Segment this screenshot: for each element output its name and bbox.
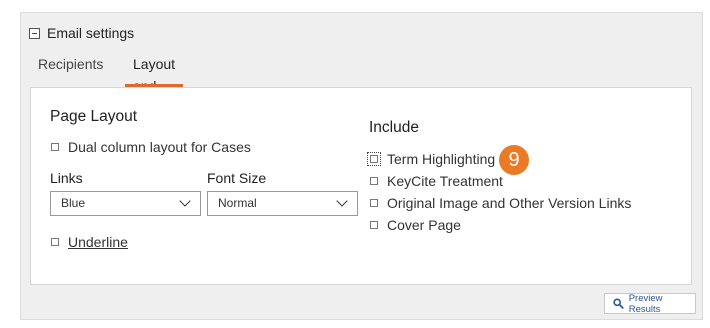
include-item-label: KeyCite Treatment [387,173,503,189]
search-icon [613,298,624,309]
preview-results-button[interactable]: Preview Results [604,292,696,315]
include-heading: Include [369,119,419,136]
include-original-image[interactable]: Original Image and Other Version Links [370,195,631,211]
underline-checkbox[interactable] [51,238,59,246]
dual-column-option[interactable]: Dual column layout for Cases [51,139,251,155]
dual-column-label: Dual column layout for Cases [68,139,251,155]
links-label: Links [50,170,83,186]
underline-label: Underline [68,234,128,250]
links-select[interactable]: Blue [50,191,201,216]
section-header[interactable]: Email settings [29,23,134,43]
font-size-select[interactable]: Normal [207,191,358,216]
include-keycite-treatment[interactable]: KeyCite Treatment [370,173,503,189]
include-cover-page[interactable]: Cover Page [370,217,461,233]
preview-results-label: Preview Results [628,292,663,315]
email-settings-panel: Email settings Recipients Layout and Lim… [20,12,703,320]
include-term-highlighting[interactable]: Term Highlighting [367,151,496,167]
keycite-treatment-checkbox[interactable] [370,177,378,185]
chevron-down-icon [179,195,191,207]
font-size-label: Font Size [207,170,267,186]
chevron-down-icon [336,195,348,207]
tab-recipients[interactable]: Recipients [38,53,103,87]
original-image-checkbox[interactable] [370,199,378,207]
cover-page-checkbox[interactable] [370,221,378,229]
include-item-label: Term Highlighting [387,151,496,167]
tab-layout-and-limits[interactable]: Layout and Limits [125,53,184,116]
dual-column-checkbox[interactable] [51,143,59,151]
step-number-badge: 9 [499,145,529,175]
tab-content: Page Layout Dual column layout for Cases… [30,87,692,285]
include-item-label: Cover Page [387,217,461,233]
section-title: Email settings [47,25,135,41]
font-size-select-value: Normal [218,196,257,210]
minus-square-icon[interactable] [29,27,40,39]
underline-option[interactable]: Underline [51,234,128,250]
links-select-value: Blue [61,196,86,210]
include-item-label: Original Image and Other Version Links [387,195,632,211]
page-layout-heading: Page Layout [50,108,138,125]
term-highlighting-checkbox[interactable] [367,152,381,166]
